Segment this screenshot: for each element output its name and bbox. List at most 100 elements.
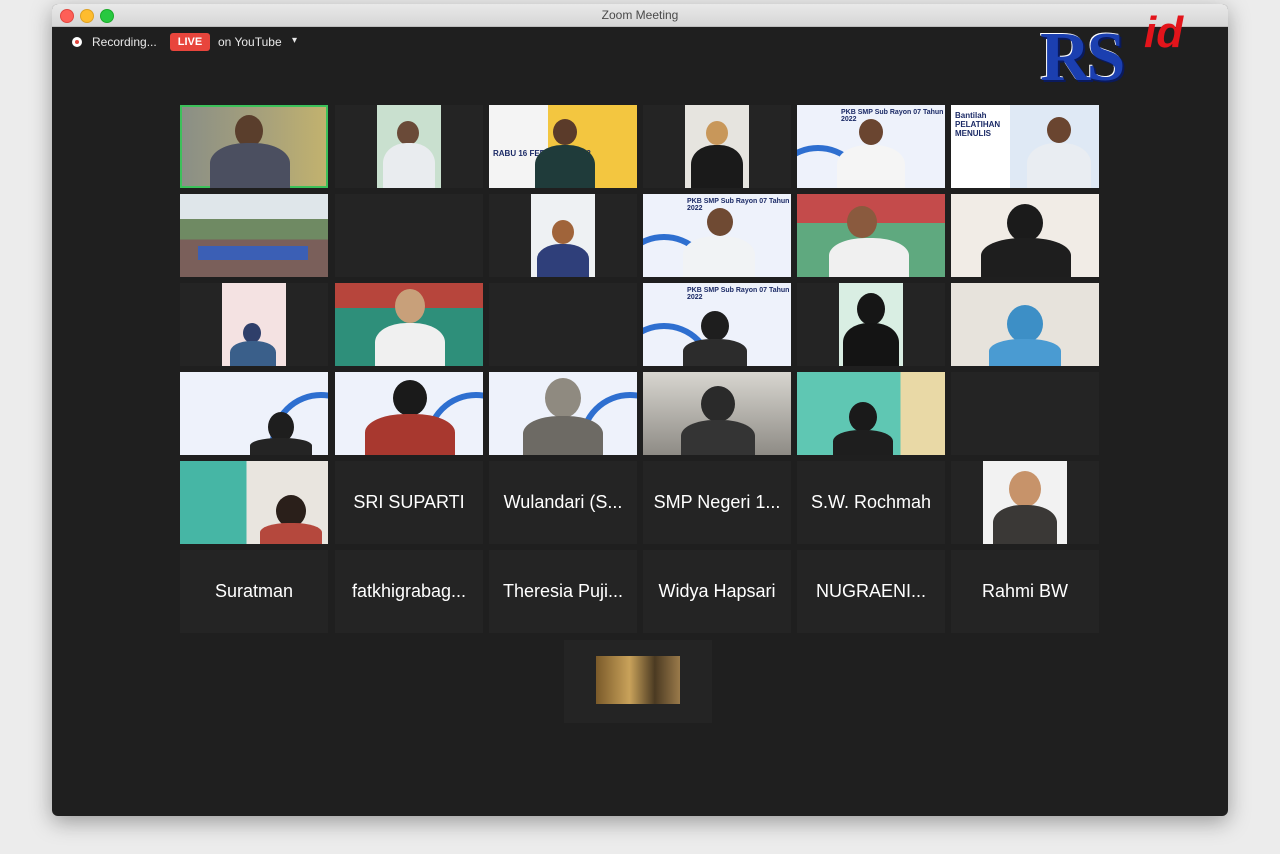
participant-body <box>260 523 322 544</box>
participant-name: Widya Hapsari <box>658 581 776 601</box>
participant-head <box>1009 471 1041 507</box>
participant-body <box>523 416 603 455</box>
banner-title: PKB SMP Sub Rayon 07 Tahun 2022 <box>841 109 944 123</box>
recording-icon <box>72 37 82 47</box>
video-tile[interactable] <box>180 283 328 366</box>
participant-head <box>706 121 728 145</box>
participant-tile[interactable]: Wulandari (S... <box>489 461 637 544</box>
zoom-window: Zoom Meeting Recording... LIVE on YouTub… <box>52 4 1228 816</box>
participant-name: SRI SUPARTI <box>353 492 465 512</box>
banner-title: Bantilah PELATIHAN MENULIS <box>955 111 1001 138</box>
video-tile[interactable] <box>564 640 712 723</box>
participant-head <box>701 386 735 422</box>
banner-title: PKB SMP Sub Rayon 07 Tahun 2022 <box>687 198 790 212</box>
participant-head <box>552 220 574 244</box>
video-tile[interactable] <box>335 105 483 188</box>
participant-body <box>383 143 435 188</box>
participant-body <box>535 145 595 188</box>
participant-tile[interactable]: Suratman <box>180 550 328 633</box>
participant-name: Wulandari (S... <box>503 492 623 512</box>
video-tile[interactable] <box>643 372 791 455</box>
participant-head <box>545 378 581 418</box>
participant-body <box>1027 143 1091 188</box>
video-tile[interactable] <box>180 372 328 455</box>
video-feed <box>596 656 680 704</box>
recording-status[interactable]: Recording... <box>92 35 157 49</box>
participant-body <box>833 430 893 455</box>
video-tile[interactable]: Bantilah PELATIHAN MENULIS <box>951 105 1099 188</box>
participant-head <box>1047 117 1071 143</box>
live-stream-target[interactable]: on YouTube <box>218 35 282 49</box>
participant-body <box>537 244 589 277</box>
participant-body <box>683 339 747 366</box>
video-feed <box>180 194 328 277</box>
video-tile[interactable] <box>489 372 637 455</box>
participant-head <box>553 119 577 145</box>
video-tile[interactable] <box>489 194 637 277</box>
participant-head <box>707 208 733 236</box>
video-tile[interactable] <box>180 194 328 277</box>
participant-head <box>1007 305 1043 343</box>
participant-body <box>681 420 755 455</box>
participant-tile[interactable]: Rahmi BW <box>951 550 1099 633</box>
participant-body <box>230 341 276 366</box>
group-banner <box>198 246 308 260</box>
video-tile-empty[interactable] <box>335 194 483 277</box>
video-tile[interactable] <box>951 461 1099 544</box>
video-tile[interactable] <box>951 283 1099 366</box>
participant-head <box>859 119 883 145</box>
participant-body <box>829 238 909 277</box>
participant-head <box>857 293 885 325</box>
participant-head <box>243 323 261 343</box>
participant-head <box>701 311 729 341</box>
chevron-down-icon[interactable]: ▾ <box>292 35 297 46</box>
participant-tile[interactable]: S.W. Rochmah <box>797 461 945 544</box>
participant-head <box>1007 204 1043 242</box>
participant-body <box>989 339 1061 366</box>
video-tile[interactable] <box>335 283 483 366</box>
banner-title: PKB SMP Sub Rayon 07 Tahun 2022 <box>687 287 790 301</box>
participant-body <box>365 414 455 455</box>
participant-body <box>837 145 905 188</box>
participant-name: fatkhigrabag... <box>351 581 467 601</box>
participant-tile[interactable]: fatkhigrabag... <box>335 550 483 633</box>
participant-name: S.W. Rochmah <box>810 492 932 512</box>
video-tile[interactable] <box>335 372 483 455</box>
participant-body <box>210 143 290 188</box>
participant-name: NUGRAENI... <box>815 581 926 601</box>
participant-head <box>395 289 425 323</box>
video-tile-active-speaker[interactable] <box>180 105 328 188</box>
video-tile-empty[interactable] <box>489 283 637 366</box>
participant-name: SMP Negeri 1... <box>653 492 781 512</box>
video-tile[interactable] <box>180 461 328 544</box>
participant-name: Suratman <box>214 581 294 601</box>
logo-suffix-text: id <box>1144 8 1184 57</box>
participant-name: Theresia Puji... <box>502 581 624 601</box>
video-tile[interactable] <box>797 372 945 455</box>
video-tile[interactable]: PKB SMP Sub Rayon 07 Tahun 2022 <box>643 283 791 366</box>
participant-head <box>397 121 419 145</box>
participant-tile[interactable]: SMP Negeri 1... <box>643 461 791 544</box>
participant-body <box>375 323 445 366</box>
participant-head <box>849 402 877 432</box>
video-tile-empty[interactable] <box>951 372 1099 455</box>
participant-tile[interactable]: Widya Hapsari <box>643 550 791 633</box>
participant-name: Rahmi BW <box>981 581 1068 601</box>
video-tile[interactable] <box>797 194 945 277</box>
participant-body <box>683 236 755 277</box>
video-tile[interactable] <box>951 194 1099 277</box>
video-tile[interactable]: PKB SMP Sub Rayon 07 Tahun 2022 <box>797 105 945 188</box>
video-tile[interactable] <box>643 105 791 188</box>
participant-body <box>691 145 743 188</box>
participant-head <box>393 380 427 416</box>
video-tile[interactable] <box>797 283 945 366</box>
participant-body <box>993 505 1057 544</box>
video-tile[interactable]: PKB SMP Sub Rayon 07 Tahun 2022 <box>643 194 791 277</box>
participant-tile[interactable]: SRI SUPARTI <box>335 461 483 544</box>
rsid-logo: RS id <box>1040 8 1190 104</box>
participant-tile[interactable]: Theresia Puji... <box>489 550 637 633</box>
live-badge: LIVE <box>170 33 210 51</box>
video-tile[interactable]: RABU 16 FEBRUARI 2022 <box>489 105 637 188</box>
participant-body <box>981 238 1071 277</box>
participant-tile[interactable]: NUGRAENI... <box>797 550 945 633</box>
